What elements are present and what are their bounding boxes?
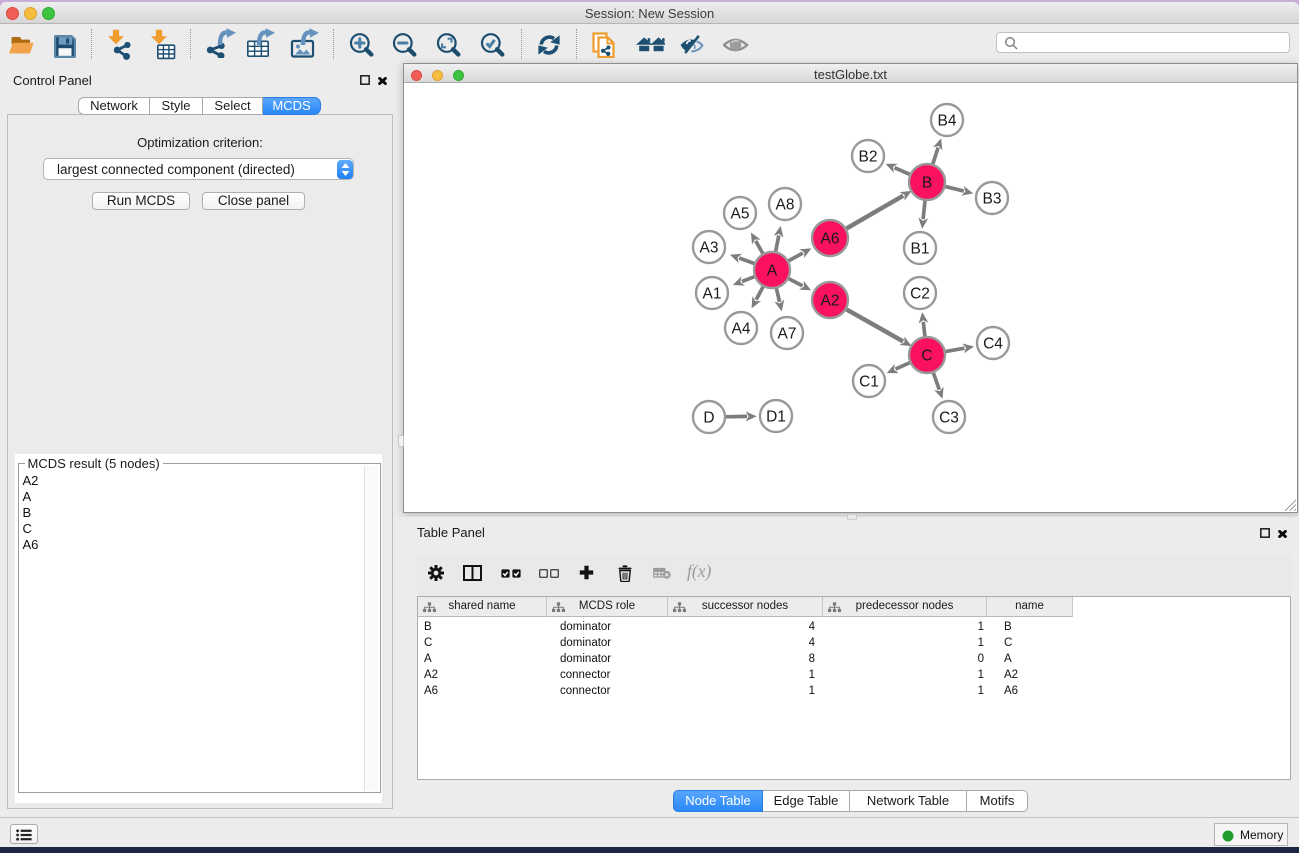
svg-text:A5: A5 xyxy=(731,206,750,223)
svg-text:B1: B1 xyxy=(911,241,930,258)
svg-text:A8: A8 xyxy=(776,197,795,214)
svg-text:C3: C3 xyxy=(939,410,959,427)
svg-text:B3: B3 xyxy=(983,191,1002,208)
svg-text:A1: A1 xyxy=(703,286,722,303)
svg-text:B4: B4 xyxy=(938,113,957,130)
svg-text:A2: A2 xyxy=(821,293,840,310)
svg-text:B2: B2 xyxy=(859,149,878,166)
svg-text:C1: C1 xyxy=(859,374,879,391)
svg-text:D: D xyxy=(703,410,714,427)
svg-text:D1: D1 xyxy=(766,409,786,426)
svg-text:B: B xyxy=(922,175,932,192)
svg-text:A7: A7 xyxy=(778,326,797,343)
svg-text:A4: A4 xyxy=(732,321,751,338)
svg-text:A: A xyxy=(767,263,778,280)
svg-text:C: C xyxy=(921,348,932,365)
svg-text:A3: A3 xyxy=(700,240,719,257)
svg-text:A6: A6 xyxy=(821,231,840,248)
svg-text:C4: C4 xyxy=(983,336,1003,353)
svg-text:C2: C2 xyxy=(910,286,930,303)
